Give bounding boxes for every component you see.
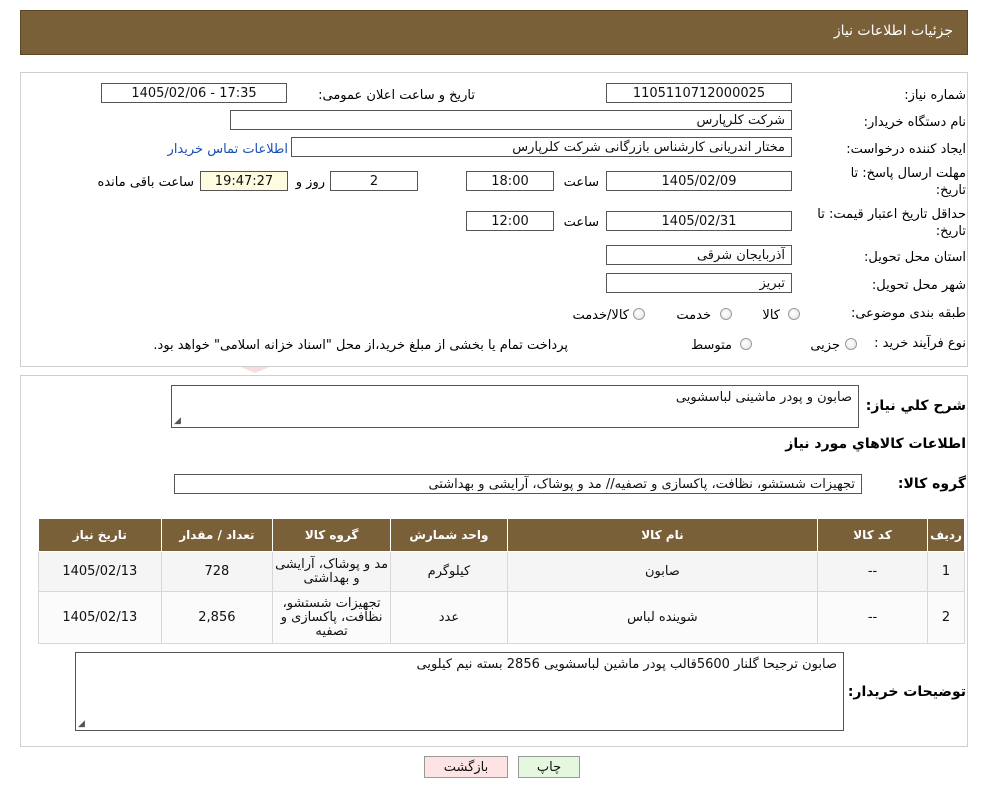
category-option-both-radio[interactable] bbox=[633, 308, 645, 320]
cell-quantity: 728 bbox=[160, 551, 274, 592]
category-option-both-label: کالا/خدمت bbox=[572, 308, 629, 323]
col-item-group: گروه کالا bbox=[272, 518, 392, 552]
province-field: آذربایجان شرقی bbox=[606, 245, 792, 265]
cell-need-date: 1405/02/13 bbox=[38, 551, 162, 592]
process-option-medium-radio[interactable] bbox=[740, 338, 752, 350]
validity-label-2: تاریخ: bbox=[935, 224, 966, 239]
back-button[interactable]: بازگشت bbox=[424, 756, 508, 778]
deadline-label: مهلت ارسال پاسخ: تا bbox=[850, 166, 966, 181]
col-item-name: نام کالا bbox=[506, 518, 818, 552]
buyer-notes-label: توضیحات خریدار: bbox=[847, 684, 966, 700]
process-type-label: نوع فرآیند خرید : bbox=[874, 336, 966, 351]
col-row-number: ردیف bbox=[927, 518, 965, 552]
category-option-service-label: خدمت bbox=[676, 308, 711, 323]
category-label: طبقه بندی موضوعی: bbox=[850, 306, 966, 321]
resize-grip-icon[interactable]: ◢ bbox=[174, 416, 181, 426]
buyer-contact-link[interactable]: اطلاعات تماس خریدار bbox=[168, 142, 288, 157]
requester-field: مختار اندریانی کارشناس بازرگانی شرکت کلر… bbox=[291, 137, 792, 157]
summary-field: صابون و پودر ماشینی لباسشویی ◢ bbox=[171, 385, 859, 428]
cell-item-group: مد و پوشاک، آرایشی و بهداشتی bbox=[272, 551, 392, 592]
remaining-time-label: ساعت باقی مانده bbox=[97, 175, 194, 190]
cell-item-code: -- bbox=[816, 551, 929, 592]
col-unit: واحد شمارش bbox=[390, 518, 508, 552]
validity-date-field: 1405/02/31 bbox=[606, 211, 792, 231]
category-option-goods-label: کالا bbox=[762, 308, 780, 323]
city-label: شهر محل تحویل: bbox=[871, 278, 966, 293]
cell-need-date: 1405/02/13 bbox=[38, 591, 162, 644]
cell-item-name: صابون bbox=[506, 551, 818, 592]
goods-group-label: گروه کالا: bbox=[897, 476, 966, 492]
process-option-minor-radio[interactable] bbox=[845, 338, 857, 350]
cell-item-code: -- bbox=[816, 591, 929, 644]
table-row: 1 -- صابون کیلوگرم مد و پوشاک، آرایشی و … bbox=[38, 551, 965, 592]
need-number-label: شماره نیاز: bbox=[904, 88, 966, 103]
category-option-goods-radio[interactable] bbox=[788, 308, 800, 320]
remaining-time-field: 19:47:27 bbox=[200, 171, 288, 191]
summary-text: صابون و پودر ماشینی لباسشویی bbox=[675, 390, 852, 405]
col-quantity: تعداد / مقدار bbox=[160, 518, 274, 552]
items-heading: اطلاعات کالاهاي مورد نياز bbox=[785, 436, 966, 452]
page-header: جزئیات اطلاعات نیاز bbox=[20, 10, 968, 55]
summary-label: شرح کلي نياز: bbox=[865, 398, 966, 414]
table-row: 2 -- شوینده لباس عدد تجهیزات شستشو، نظاف… bbox=[38, 591, 965, 644]
col-need-date: تاریخ نیاز bbox=[38, 518, 162, 552]
city-field: تبریز bbox=[606, 273, 792, 293]
deadline-label-2: تاریخ: bbox=[935, 183, 966, 198]
buyer-notes-text: صابون ترجیحا گلنار 5600قالب پودر ماشین ل… bbox=[416, 657, 837, 672]
cell-unit: عدد bbox=[390, 591, 508, 644]
cell-item-group: تجهیزات شستشو، نظافت، پاکسازی و تصفیه bbox=[272, 591, 392, 644]
province-label: استان محل تحویل: bbox=[864, 250, 966, 265]
process-option-minor-label: جزیی bbox=[810, 338, 840, 353]
resize-grip-icon[interactable]: ◢ bbox=[78, 719, 85, 729]
process-payment-note: پرداخت تمام یا بخشی از مبلغ خرید،از محل … bbox=[153, 338, 568, 353]
page-title: جزئیات اطلاعات نیاز bbox=[833, 23, 953, 39]
cell-row-number: 2 bbox=[927, 591, 965, 644]
announce-label: تاریخ و ساعت اعلان عمومی: bbox=[318, 88, 475, 103]
deadline-date-field: 1405/02/09 bbox=[606, 171, 792, 191]
need-number-field: 1105110712000025 bbox=[606, 83, 792, 103]
validity-label: حداقل تاریخ اعتبار قیمت: تا bbox=[817, 207, 966, 222]
cell-item-name: شوینده لباس bbox=[506, 591, 818, 644]
deadline-time-label: ساعت bbox=[563, 175, 599, 190]
deadline-time-field: 18:00 bbox=[466, 171, 554, 191]
announce-datetime-field: 1405/02/06 - 17:35 bbox=[101, 83, 287, 103]
requester-label: ایجاد کننده درخواست: bbox=[846, 142, 966, 157]
buyer-notes-field: صابون ترجیحا گلنار 5600قالب پودر ماشین ل… bbox=[75, 652, 844, 731]
days-label: روز و bbox=[295, 175, 325, 190]
category-option-service-radio[interactable] bbox=[720, 308, 732, 320]
goods-group-field: تجهیزات شستشو، نظافت، پاکسازی و تصفیه// … bbox=[174, 474, 862, 494]
print-button[interactable]: چاپ bbox=[518, 756, 580, 778]
cell-quantity: 2,856 bbox=[160, 591, 274, 644]
col-item-code: کد کالا bbox=[816, 518, 929, 552]
days-remaining-field: 2 bbox=[330, 171, 418, 191]
buyer-org-field: شرکت کلرپارس bbox=[230, 110, 792, 130]
cell-row-number: 1 bbox=[927, 551, 965, 592]
buyer-org-label: نام دستگاه خریدار: bbox=[863, 115, 966, 130]
validity-time-field: 12:00 bbox=[466, 211, 554, 231]
items-table-header: ردیف کد کالا نام کالا واحد شمارش گروه کا… bbox=[38, 518, 965, 552]
items-table: ردیف کد کالا نام کالا واحد شمارش گروه کا… bbox=[38, 518, 965, 644]
validity-time-label: ساعت bbox=[563, 215, 599, 230]
cell-unit: کیلوگرم bbox=[390, 551, 508, 592]
process-option-medium-label: متوسط bbox=[691, 338, 732, 353]
